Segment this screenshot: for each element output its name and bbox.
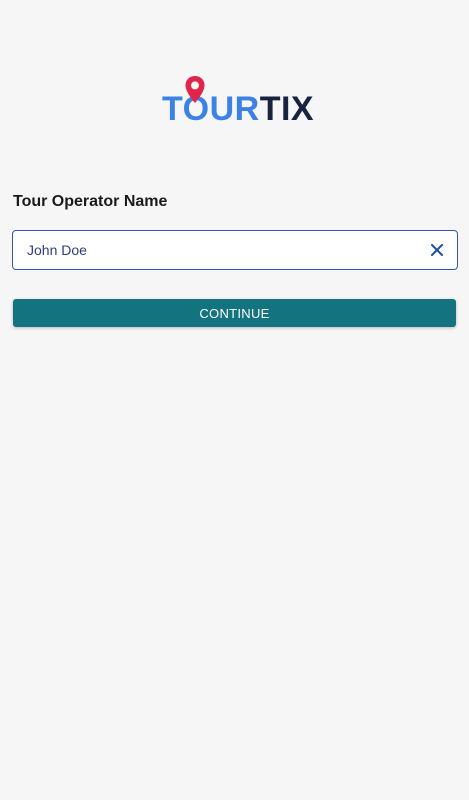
logo-wordmark: TOUR TIX [162,76,315,128]
close-icon [431,244,443,256]
logo-part1: TOUR [162,90,260,128]
clear-input-button[interactable] [417,231,457,269]
tour-operator-name-input[interactable] [13,231,417,269]
tour-operator-name-label: Tour Operator Name [13,193,168,210]
continue-button[interactable]: CONTINUE [13,299,456,327]
tour-operator-name-field [12,230,458,270]
tourtix-logo: TOUR TIX [162,76,315,128]
logo-part2: TIX [259,90,315,128]
login-page: TOUR TIX Tour Operator Name CONTINUE [0,0,469,800]
logo-part1-wrap: TOUR [162,76,260,126]
map-pin-icon [185,76,205,103]
